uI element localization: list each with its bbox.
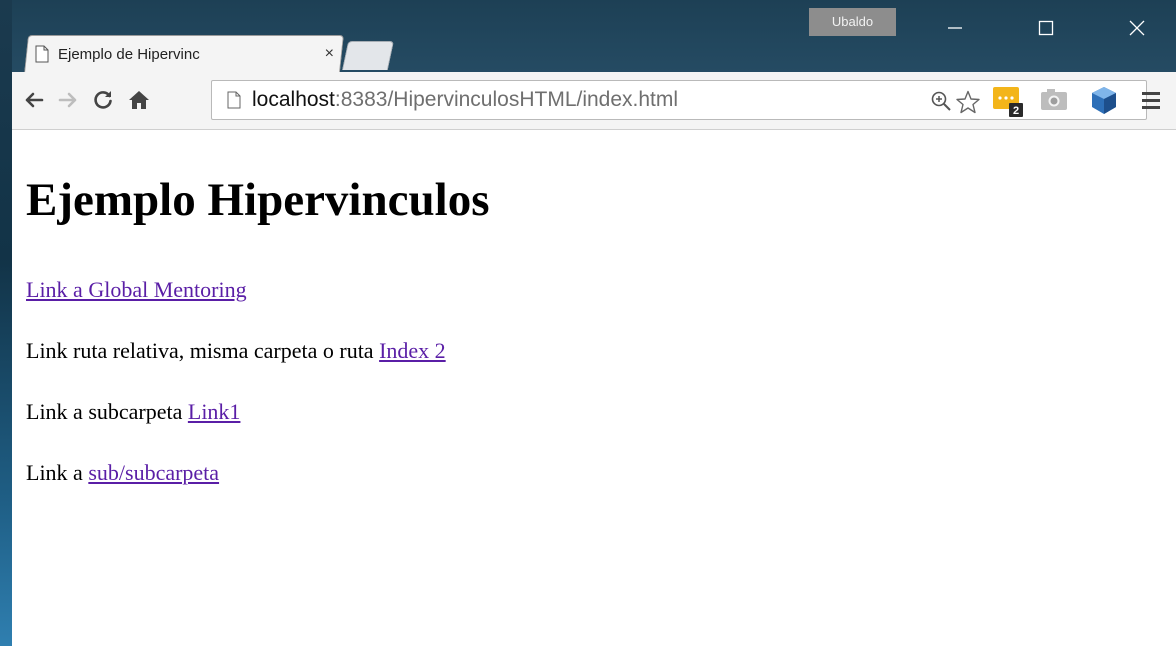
paragraph-ruta-relativa: Link ruta relativa, misma carpeta o ruta… — [26, 337, 446, 365]
paragraph-global-mentoring: Link a Global Mentoring — [26, 276, 247, 304]
paragraph-text: Link a — [26, 460, 89, 485]
page-info-icon — [227, 91, 241, 109]
camera-extension-icon[interactable] — [1036, 83, 1072, 119]
notes-extension-icon[interactable]: 2 — [990, 83, 1026, 119]
link-sub-subcarpeta[interactable]: sub/subcarpeta — [88, 460, 219, 485]
home-icon — [129, 91, 149, 109]
paragraph-sub-subcarpeta: Link a sub/subcarpeta — [26, 459, 219, 487]
link-link1[interactable]: Link1 — [188, 399, 241, 424]
profile-badge[interactable]: Ubaldo — [809, 8, 896, 36]
home-button[interactable] — [125, 86, 153, 114]
tab-title: Ejemplo de Hipervinc — [58, 45, 200, 63]
reload-button[interactable] — [89, 86, 117, 114]
paragraph-text: Link ruta relativa, misma carpeta o ruta — [26, 338, 380, 363]
minimize-icon — [948, 27, 962, 29]
desktop-background — [0, 0, 12, 646]
new-tab-button[interactable] — [341, 41, 395, 70]
reload-icon — [94, 91, 112, 109]
url-path: :8383/HipervinculosHTML/index.html — [334, 88, 679, 111]
bookmark-star-icon[interactable] — [955, 89, 981, 115]
forward-arrow-icon — [58, 92, 77, 108]
back-button[interactable] — [20, 86, 48, 114]
browser-tab[interactable]: Ejemplo de Hipervinc × — [34, 38, 334, 70]
title-bar: Ubaldo Ejemplo de Hipervinc × — [12, 0, 1176, 73]
browser-toolbar: localhost:8383/HipervinculosHTML/index.h… — [12, 72, 1176, 130]
zoom-icon[interactable] — [930, 90, 952, 112]
url-text[interactable]: localhost:8383/HipervinculosHTML/index.h… — [252, 81, 678, 119]
menu-icon[interactable] — [1134, 83, 1168, 117]
link-index-2[interactable]: Index 2 — [379, 338, 446, 363]
close-icon — [1129, 20, 1145, 36]
maximize-icon — [1038, 20, 1054, 36]
minimize-button[interactable] — [932, 12, 978, 44]
link-global-mentoring[interactable]: Link a Global Mentoring — [26, 277, 247, 302]
back-arrow-icon — [25, 92, 44, 108]
browser-window: Ubaldo Ejemplo de Hipervinc × localhost:… — [12, 0, 1176, 646]
forward-button[interactable] — [54, 86, 82, 114]
paragraph-subcarpeta: Link a subcarpeta Link1 — [26, 398, 240, 426]
tab-close-icon[interactable]: × — [325, 45, 334, 63]
box-extension-icon[interactable] — [1086, 83, 1122, 119]
url-host: localhost — [252, 88, 335, 111]
close-window-button[interactable] — [1114, 12, 1160, 44]
page-heading: Ejemplo Hipervinculos — [26, 174, 490, 226]
maximize-button[interactable] — [1023, 12, 1069, 44]
notes-extension-badge: 2 — [1013, 105, 1019, 117]
page-content: Ejemplo Hipervinculos Link a Global Ment… — [12, 130, 1176, 646]
page-icon — [35, 45, 49, 63]
paragraph-text: Link a subcarpeta — [26, 399, 188, 424]
